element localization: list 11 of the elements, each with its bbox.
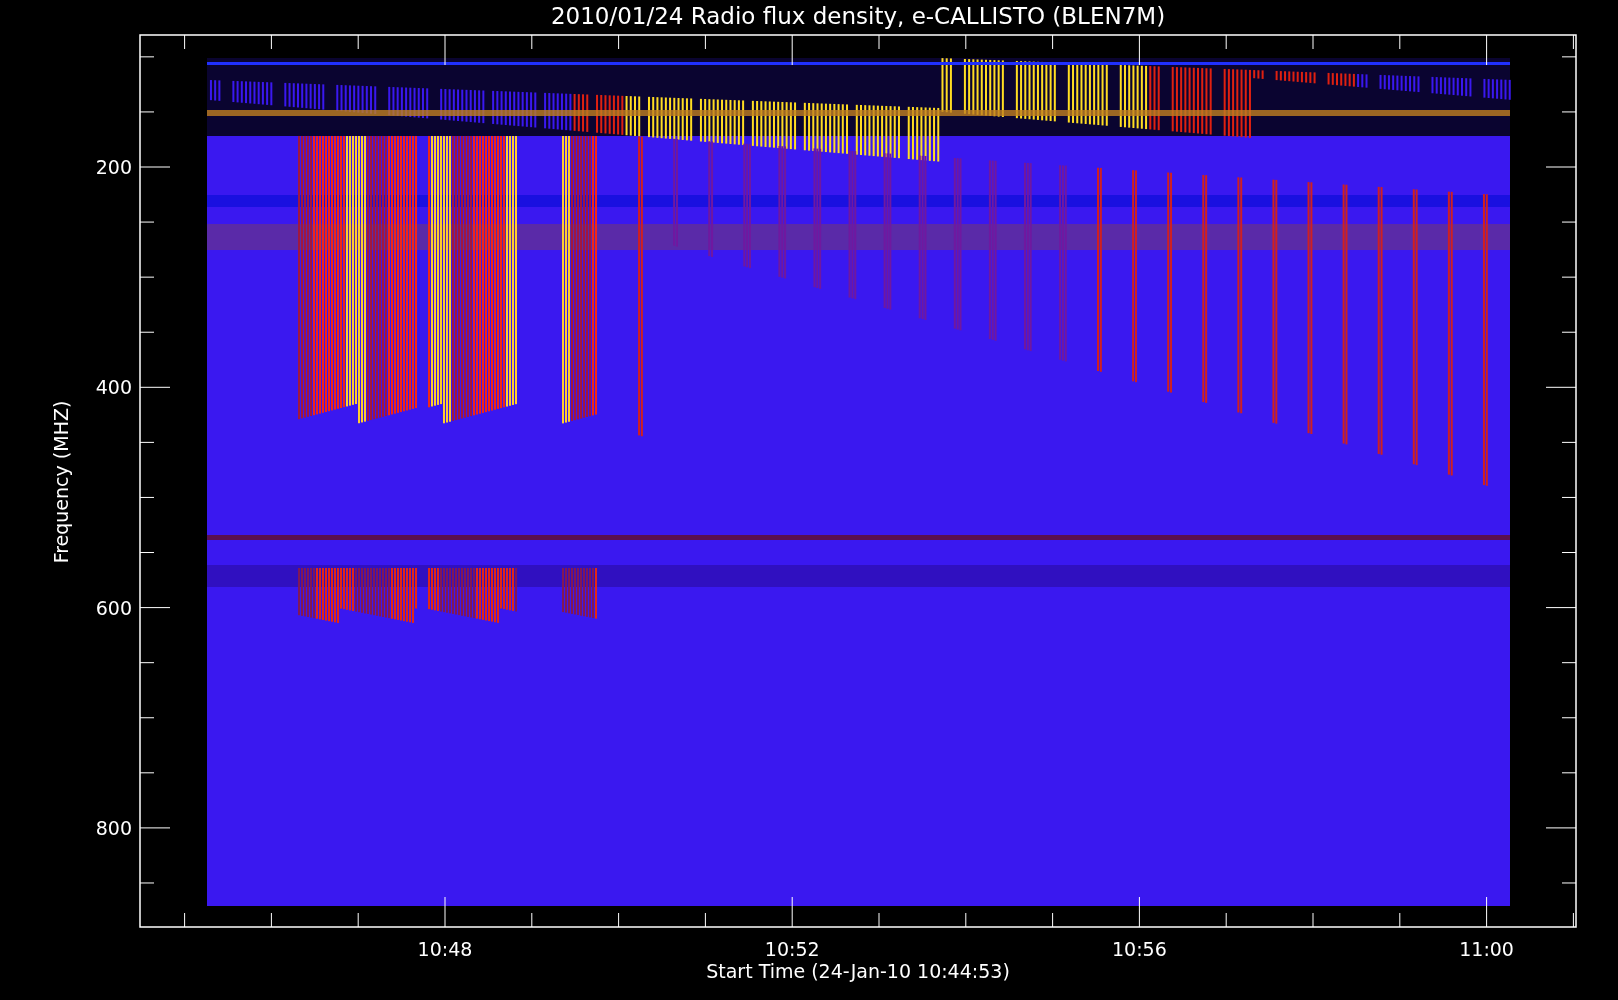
axis-tick-label: 11:00 [1459, 938, 1514, 960]
axis-tick-label: 600 [95, 596, 132, 619]
axis-title: Frequency (MHZ) [50, 400, 72, 564]
axis-tick-label: 10:52 [764, 938, 820, 960]
axis-tick-label: 200 [95, 156, 132, 178]
chart-title: 2010/01/24 Radio flux density, e-CALLISTO (BLEN7M) [550, 3, 1166, 29]
axis-title: Start Time (24-Jan-10 10:44:53) [706, 960, 1010, 982]
axis-tick-label: 800 [95, 816, 132, 839]
axis-tick-label: 10:56 [1112, 938, 1167, 960]
axis-tick-label: 400 [95, 376, 132, 399]
axis-tick-label: 10:48 [417, 938, 473, 960]
